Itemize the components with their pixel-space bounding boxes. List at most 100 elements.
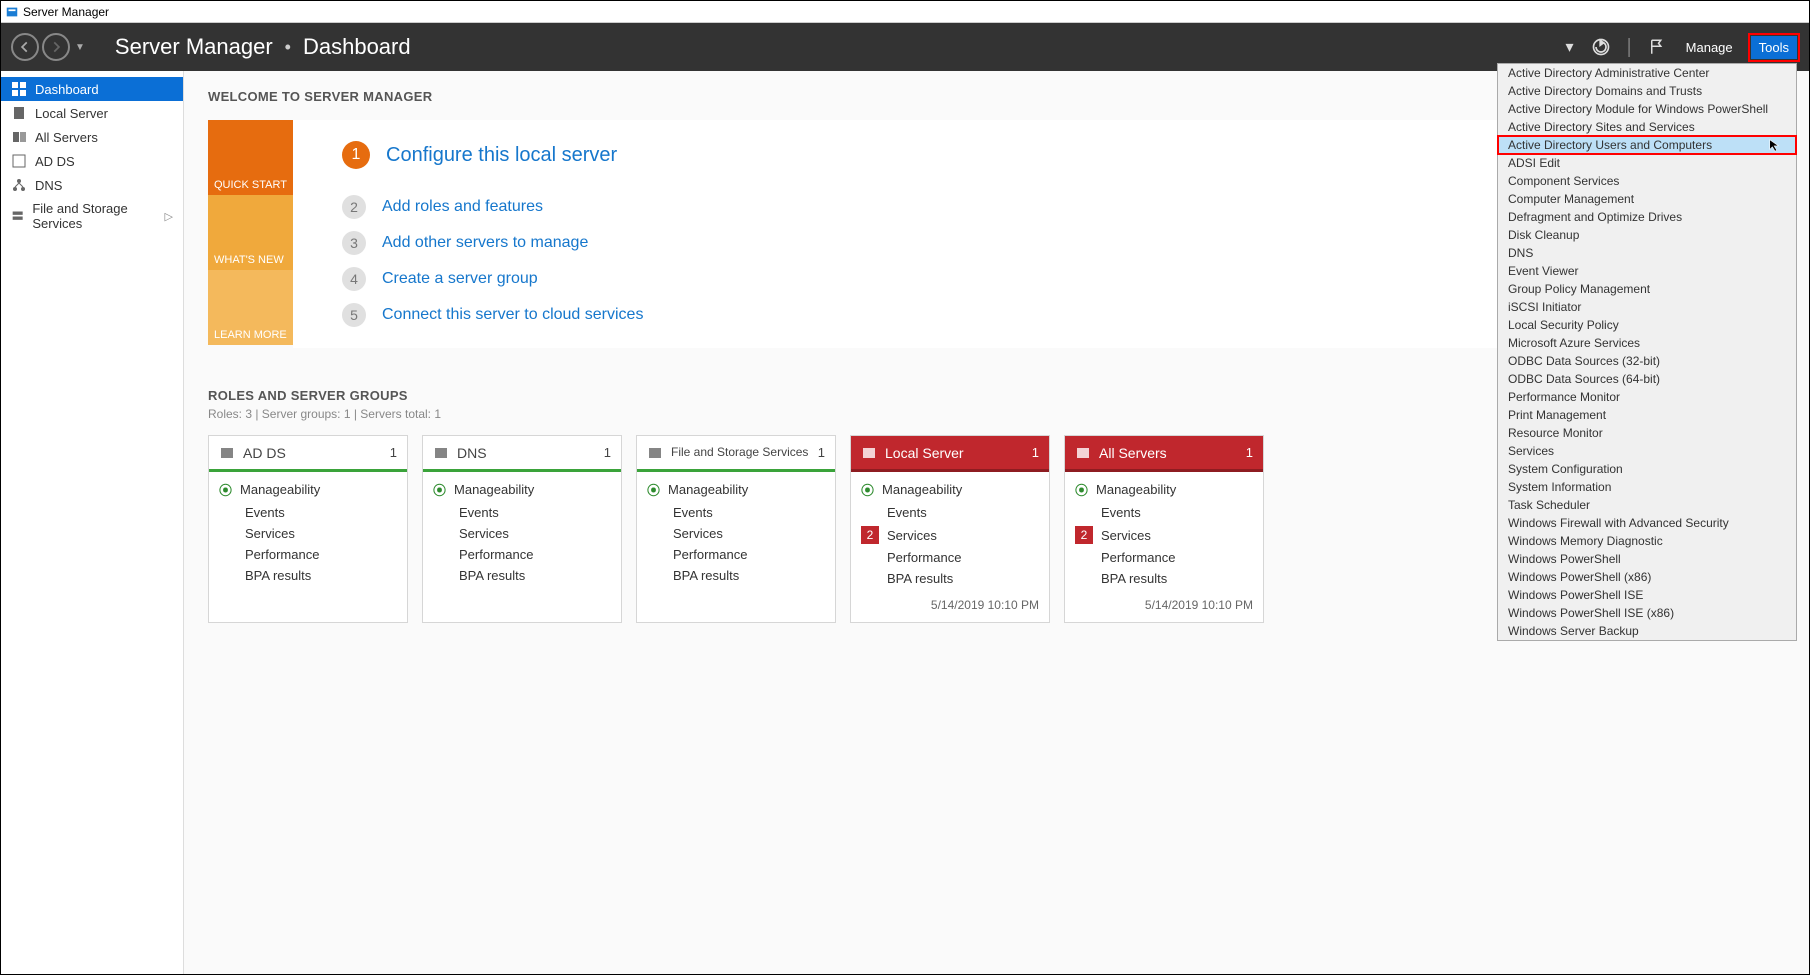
tile-services[interactable]: 2Services (1075, 526, 1253, 544)
role-tile[interactable]: File and Storage Services 1 ⦿Manageabili… (636, 435, 836, 623)
role-tile[interactable]: AD DS 1 ⦿Manageability Events Services P… (208, 435, 408, 623)
sidebar-item-dns[interactable]: DNS (1, 173, 183, 197)
sidebar-item-local-server[interactable]: Local Server (1, 101, 183, 125)
tile-bpa[interactable]: BPA results (219, 568, 397, 583)
notifications-flag-icon[interactable] (1646, 36, 1668, 58)
tile-performance[interactable]: Performance (433, 547, 611, 562)
tools-menu-item[interactable]: Windows PowerShell ISE (x86) (1498, 604, 1796, 622)
sidebar-item-label: File and Storage Services (32, 201, 156, 231)
tile-performance[interactable]: Performance (219, 547, 397, 562)
tab-quick-start[interactable]: QUICK START (208, 120, 293, 195)
sidebar-item-label: DNS (35, 178, 62, 193)
tile-services[interactable]: 2Services (861, 526, 1039, 544)
alert-badge: 2 (1075, 526, 1093, 544)
tools-menu-item[interactable]: Computer Management (1498, 190, 1796, 208)
tools-menu-item[interactable]: Active Directory Sites and Services (1498, 118, 1796, 136)
task-link[interactable]: Add roles and features (382, 198, 543, 216)
task-number: 5 (342, 303, 366, 327)
tile-bpa[interactable]: BPA results (1075, 571, 1253, 586)
role-tile[interactable]: All Servers 1 ⦿Manageability Events 2Ser… (1064, 435, 1264, 623)
tools-menu-item[interactable]: Group Policy Management (1498, 280, 1796, 298)
manage-menu[interactable]: Manage (1678, 36, 1741, 59)
refresh-icon[interactable] (1590, 36, 1612, 58)
task-link[interactable]: Add other servers to manage (382, 234, 588, 252)
tools-menu-item[interactable]: Microsoft Azure Services (1498, 334, 1796, 352)
sidebar-item-all-servers[interactable]: All Servers (1, 125, 183, 149)
tile-count: 1 (1032, 445, 1039, 460)
adds-icon (11, 153, 27, 169)
tile-timestamp (423, 592, 621, 622)
tile-manageability[interactable]: ⦿Manageability (219, 480, 397, 499)
nav-forward-button[interactable] (42, 33, 70, 61)
tile-performance[interactable]: Performance (1075, 550, 1253, 565)
tools-menu-item[interactable]: System Configuration (1498, 460, 1796, 478)
nav-history-dropdown[interactable]: ▼ (75, 42, 85, 53)
tile-performance[interactable]: Performance (861, 550, 1039, 565)
tools-menu-item[interactable]: Print Management (1498, 406, 1796, 424)
task-link[interactable]: Create a server group (382, 270, 538, 288)
tile-events[interactable]: Events (433, 505, 611, 520)
tab-learn-more[interactable]: LEARN MORE (208, 270, 293, 345)
status-ok-icon: ⦿ (1075, 480, 1088, 499)
tools-menu-item[interactable]: Active Directory Module for Windows Powe… (1498, 100, 1796, 118)
sidebar-item-ad-ds[interactable]: AD DS (1, 149, 183, 173)
tile-bpa[interactable]: BPA results (647, 568, 825, 583)
tools-menu-item[interactable]: System Information (1498, 478, 1796, 496)
task-link[interactable]: Connect this server to cloud services (382, 306, 643, 324)
tile-events[interactable]: Events (861, 505, 1039, 520)
tile-bpa[interactable]: BPA results (433, 568, 611, 583)
tools-menu-item[interactable]: Task Scheduler (1498, 496, 1796, 514)
tools-menu-item[interactable]: Defragment and Optimize Drives (1498, 208, 1796, 226)
tools-menu-button[interactable]: Tools (1751, 36, 1797, 59)
sidebar-item-dashboard[interactable]: Dashboard (1, 77, 183, 101)
tools-menu-item[interactable]: ADSI Edit (1498, 154, 1796, 172)
breadcrumb-app[interactable]: Server Manager (115, 34, 273, 60)
tile-performance[interactable]: Performance (647, 547, 825, 562)
tools-menu-item[interactable]: Active Directory Users and Computers (1498, 136, 1796, 154)
tile-events[interactable]: Events (219, 505, 397, 520)
tools-menu-item[interactable]: Active Directory Domains and Trusts (1498, 82, 1796, 100)
tile-count: 1 (390, 445, 397, 460)
tile-services[interactable]: Services (433, 526, 611, 541)
tile-manageability[interactable]: ⦿Manageability (861, 480, 1039, 499)
tools-menu-item[interactable]: Windows Server Backup (1498, 622, 1796, 640)
tools-menu-item[interactable]: Services (1498, 442, 1796, 460)
tools-menu-item[interactable]: Windows Memory Diagnostic (1498, 532, 1796, 550)
breadcrumb-sep-icon: • (285, 37, 291, 58)
tile-events[interactable]: Events (647, 505, 825, 520)
tools-menu-item[interactable]: ODBC Data Sources (64-bit) (1498, 370, 1796, 388)
tile-services[interactable]: Services (219, 526, 397, 541)
tile-timestamp (209, 592, 407, 622)
tools-menu-item[interactable]: iSCSI Initiator (1498, 298, 1796, 316)
tools-menu-item[interactable]: Windows Firewall with Advanced Security (1498, 514, 1796, 532)
tile-title: Local Server (885, 445, 964, 461)
tile-events[interactable]: Events (1075, 505, 1253, 520)
tile-manageability[interactable]: ⦿Manageability (433, 480, 611, 499)
header-divider: | (1622, 36, 1635, 59)
tools-menu-item[interactable]: Disk Cleanup (1498, 226, 1796, 244)
tools-menu-item[interactable]: Windows PowerShell (x86) (1498, 568, 1796, 586)
task-link[interactable]: Configure this local server (386, 144, 617, 167)
tile-icon (219, 445, 235, 461)
tools-menu-item[interactable]: Performance Monitor (1498, 388, 1796, 406)
role-tile[interactable]: DNS 1 ⦿Manageability Events Services Per… (422, 435, 622, 623)
tools-menu-item[interactable]: Event Viewer (1498, 262, 1796, 280)
tab-whats-new[interactable]: WHAT'S NEW (208, 195, 293, 270)
sidebar-item-file-storage[interactable]: File and Storage Services ▷ (1, 197, 183, 235)
tools-menu-item[interactable]: DNS (1498, 244, 1796, 262)
tools-menu-item[interactable]: Component Services (1498, 172, 1796, 190)
tools-menu-item[interactable]: Windows PowerShell (1498, 550, 1796, 568)
tools-menu-item[interactable]: Active Directory Administrative Center (1498, 64, 1796, 82)
nav-back-button[interactable] (11, 33, 39, 61)
role-tile[interactable]: Local Server 1 ⦿Manageability Events 2Se… (850, 435, 1050, 623)
tile-bpa[interactable]: BPA results (861, 571, 1039, 586)
header-dropdown-icon[interactable]: ▾ (1558, 36, 1580, 58)
tools-menu-item[interactable]: Local Security Policy (1498, 316, 1796, 334)
tools-menu-item[interactable]: ODBC Data Sources (32-bit) (1498, 352, 1796, 370)
tile-manageability[interactable]: ⦿Manageability (1075, 480, 1253, 499)
tile-services[interactable]: Services (647, 526, 825, 541)
tile-manageability[interactable]: ⦿Manageability (647, 480, 825, 499)
tools-menu-item[interactable]: Resource Monitor (1498, 424, 1796, 442)
tools-menu-item[interactable]: Windows PowerShell ISE (1498, 586, 1796, 604)
tile-header: Local Server 1 (851, 436, 1049, 472)
